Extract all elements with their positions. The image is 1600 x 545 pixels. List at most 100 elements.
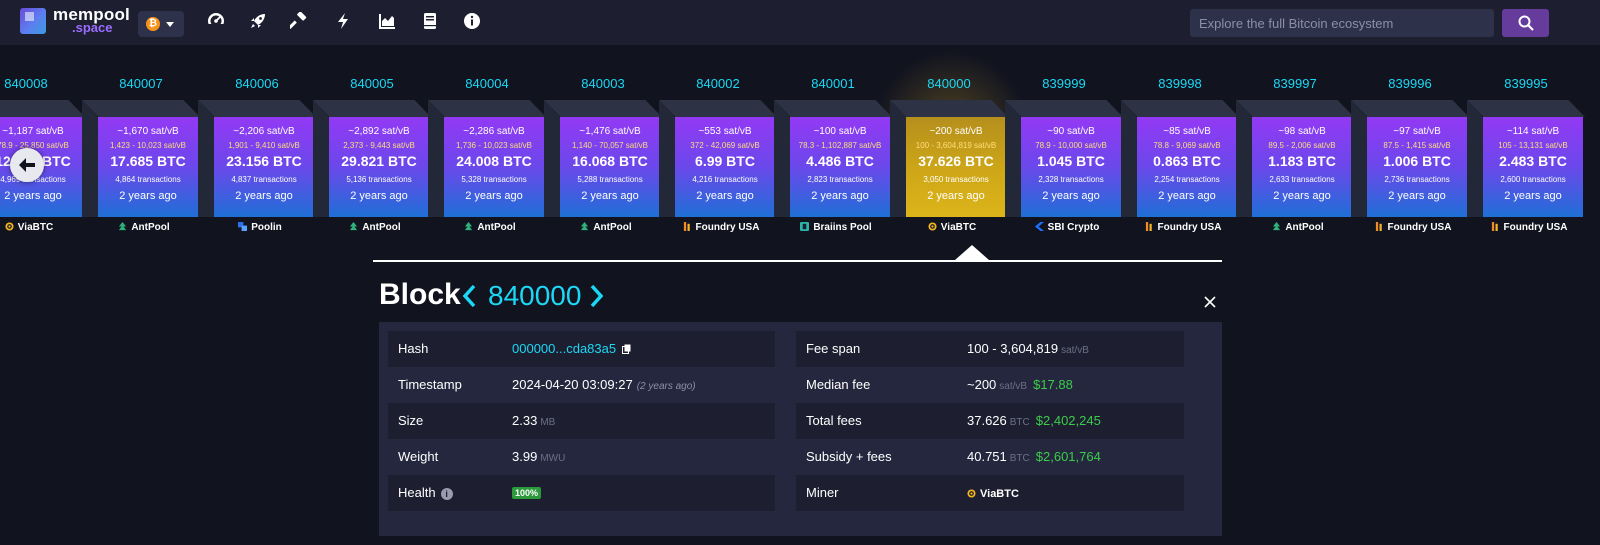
block-card-840006[interactable]: 840006 ~2,206 sat/vB 1,901 - 9,410 sat/vB 2…: [198, 45, 316, 245]
selected-block-pointer: [955, 245, 989, 260]
info-icon[interactable]: [463, 12, 481, 30]
block-miner-pool[interactable]: Foundry USA: [1127, 222, 1239, 233]
miner-name-link[interactable]: ViaBTC: [980, 488, 1019, 500]
block-cube-top: [82, 100, 200, 117]
block-age: 2 years ago: [1388, 190, 1446, 202]
block-miner-pool[interactable]: SBI Crypto: [1011, 222, 1123, 233]
top-navbar: mempool .space ₿: [0, 0, 1600, 45]
block-cube-face[interactable]: ~85 sat/vB 78.8 - 9,069 sat/vB 0.863 BTC 2,…: [1137, 117, 1237, 217]
block-height-link[interactable]: 840006: [198, 76, 316, 91]
book-icon[interactable]: [421, 12, 439, 30]
block-height-link[interactable]: 839998: [1121, 76, 1239, 91]
pool-name: AntPool: [1285, 222, 1324, 233]
copy-icon[interactable]: [622, 344, 631, 354]
close-icon[interactable]: [1204, 296, 1216, 308]
block-height-link[interactable]: 839999: [1005, 76, 1123, 91]
block-miner-pool[interactable]: Foundry USA: [1357, 222, 1469, 233]
block-cube-face[interactable]: ~200 sat/vB 100 - 3,604,819 sat/vB 37.626 …: [906, 117, 1006, 217]
block-height-link[interactable]: 839997: [1236, 76, 1354, 91]
block-height-link[interactable]: 840001: [774, 76, 892, 91]
block-height-link[interactable]: 840005: [313, 76, 431, 91]
block-median-fee: ~1,187 sat/vB: [2, 126, 64, 137]
pool-name: AntPool: [477, 222, 516, 233]
dashboard-gauge-icon[interactable]: [207, 12, 225, 30]
block-height-link[interactable]: 840000: [890, 76, 1008, 91]
previous-block-chevron-icon[interactable]: [460, 282, 478, 310]
block-card-839995[interactable]: 839995 ~114 sat/vB 105 - 13,131 sat/vB 2.48…: [1467, 45, 1585, 245]
block-miner-pool[interactable]: Foundry USA: [665, 222, 777, 233]
block-height-link[interactable]: 840004: [428, 76, 546, 91]
block-card-840000[interactable]: 840000 ~200 sat/vB 100 - 3,604,819 sat/vB 3…: [890, 45, 1008, 245]
block-cube-face[interactable]: ~114 sat/vB 105 - 13,131 sat/vB 2.483 BTC 2…: [1483, 117, 1583, 217]
block-cube-face[interactable]: ~100 sat/vB 78.3 - 1,102,887 sat/vB 4.486 …: [790, 117, 890, 217]
block-miner-pool[interactable]: Foundry USA: [1473, 222, 1585, 233]
block-fee-span: 89.5 - 2,006 sat/vB: [1268, 141, 1336, 150]
block-miner-pool[interactable]: AntPool: [1242, 222, 1354, 233]
block-cube-face[interactable]: ~553 sat/vB 372 - 42,069 sat/vB 6.99 BTC 4,…: [675, 117, 775, 217]
block-hash-link[interactable]: 000000...cda83a5: [512, 341, 616, 356]
block-cube-face[interactable]: ~2,892 sat/vB 2,373 - 9,443 sat/vB 29.821 …: [329, 117, 429, 217]
block-card-840002[interactable]: 840002 ~553 sat/vB 372 - 42,069 sat/vB 6.99…: [659, 45, 777, 245]
block-cube-face[interactable]: ~1,476 sat/vB 1,140 - 70,057 sat/vB 16.068…: [560, 117, 660, 217]
right-row-fee-span: Fee span 100 - 3,604,819 sat/vB: [796, 331, 1184, 367]
chart-icon[interactable]: [378, 12, 396, 30]
block-miner-pool[interactable]: AntPool: [550, 222, 662, 233]
block-card-839996[interactable]: 839996 ~97 sat/vB 87.5 - 1,415 sat/vB 1.006…: [1351, 45, 1469, 245]
block-age: 2 years ago: [1158, 190, 1216, 202]
block-total-btc: 6.99 BTC: [695, 153, 755, 169]
block-card-839999[interactable]: 839999 ~90 sat/vB 78.9 - 10,000 sat/vB 1.04…: [1005, 45, 1123, 245]
block-miner-pool[interactable]: Poolin: [204, 222, 316, 233]
block-total-btc: 0.863 BTC: [1153, 153, 1221, 169]
hammer-icon[interactable]: [290, 12, 308, 30]
network-selector[interactable]: ₿: [138, 11, 184, 37]
block-cube-face[interactable]: ~90 sat/vB 78.9 - 10,000 sat/vB 1.045 BTC 2…: [1021, 117, 1121, 217]
block-height-link[interactable]: 840003: [544, 76, 662, 91]
block-miner-pool[interactable]: AntPool: [319, 222, 431, 233]
block-miner-pool[interactable]: Braiins Pool: [780, 222, 892, 233]
block-height-link[interactable]: 840002: [659, 76, 777, 91]
block-card-840005[interactable]: 840005 ~2,892 sat/vB 2,373 - 9,443 sat/vB 2…: [313, 45, 431, 245]
mempool-logo[interactable]: mempool .space: [20, 5, 130, 38]
block-miner-pool[interactable]: AntPool: [434, 222, 546, 233]
lightning-icon[interactable]: [334, 12, 352, 30]
block-height-link[interactable]: 840007: [82, 76, 200, 91]
block-card-839998[interactable]: 839998 ~85 sat/vB 78.8 - 9,069 sat/vB 0.863…: [1121, 45, 1239, 245]
block-miner-pool[interactable]: AntPool: [88, 222, 200, 233]
block-height-link[interactable]: 839995: [1467, 76, 1585, 91]
block-cube-face[interactable]: ~1,670 sat/vB 1,423 - 10,023 sat/vB 17.685…: [98, 117, 198, 217]
block-height-link[interactable]: 839996: [1351, 76, 1469, 91]
block-card-840003[interactable]: 840003 ~1,476 sat/vB 1,140 - 70,057 sat/vB…: [544, 45, 662, 245]
block-median-fee: ~2,892 sat/vB: [348, 126, 410, 137]
block-cube-face[interactable]: ~2,286 sat/vB 1,736 - 10,023 sat/vB 24.008…: [444, 117, 544, 217]
block-cube-face[interactable]: ~97 sat/vB 87.5 - 1,415 sat/vB 1.006 BTC 2,…: [1367, 117, 1467, 217]
weight-unit: MWU: [540, 453, 566, 464]
block-fee-span: 1,140 - 70,057 sat/vB: [571, 141, 649, 150]
scroll-back-button[interactable]: [10, 148, 44, 182]
block-age: 2 years ago: [465, 190, 523, 202]
rocket-icon[interactable]: [249, 12, 267, 30]
block-card-839997[interactable]: 839997 ~98 sat/vB 89.5 - 2,006 sat/vB 1.183…: [1236, 45, 1354, 245]
block-cube-face[interactable]: ~2,206 sat/vB 1,901 - 9,410 sat/vB 23.156 …: [214, 117, 314, 217]
block-miner-pool[interactable]: ViaBTC: [896, 222, 1008, 233]
bitcoin-icon: ₿: [146, 17, 160, 31]
block-card-840008[interactable]: 840008~1,187 sat/vB78.9 - 25,850 sat/vB1…: [0, 45, 85, 245]
block-card-840004[interactable]: 840004 ~2,286 sat/vB 1,736 - 10,023 sat/vB…: [428, 45, 546, 245]
block-tx-count: 2,736 transactions: [1384, 175, 1450, 184]
block-median-fee: ~98 sat/vB: [1278, 126, 1326, 137]
next-block-chevron-icon[interactable]: [588, 282, 606, 310]
left-row-timestamp: Timestamp 2024-04-20 03:09:27 (2 years ago…: [388, 367, 775, 403]
block-card-840001[interactable]: 840001 ~100 sat/vB 78.3 - 1,102,887 sat/vB…: [774, 45, 892, 245]
right-row-total-fees: Total fees 37.626 BTC $2,402,245: [796, 403, 1184, 439]
search-button[interactable]: [1502, 9, 1549, 37]
block-tx-count: 5,136 transactions: [346, 175, 412, 184]
block-fee-span: 100 - 3,604,819 sat/vB: [915, 141, 997, 150]
weight-number: 3.99: [512, 449, 538, 464]
block-height-link[interactable]: 840008: [0, 76, 85, 91]
antpool-icon: [119, 222, 127, 231]
block-miner-pool[interactable]: ViaBTC: [0, 222, 85, 233]
search-input[interactable]: [1190, 9, 1494, 37]
block-card-840007[interactable]: 840007 ~1,670 sat/vB 1,423 - 10,023 sat/vB…: [82, 45, 200, 245]
block-age: 2 years ago: [119, 190, 177, 202]
info-icon[interactable]: i: [440, 488, 453, 500]
block-cube-face[interactable]: ~98 sat/vB 89.5 - 2,006 sat/vB 1.183 BTC 2,…: [1252, 117, 1352, 217]
